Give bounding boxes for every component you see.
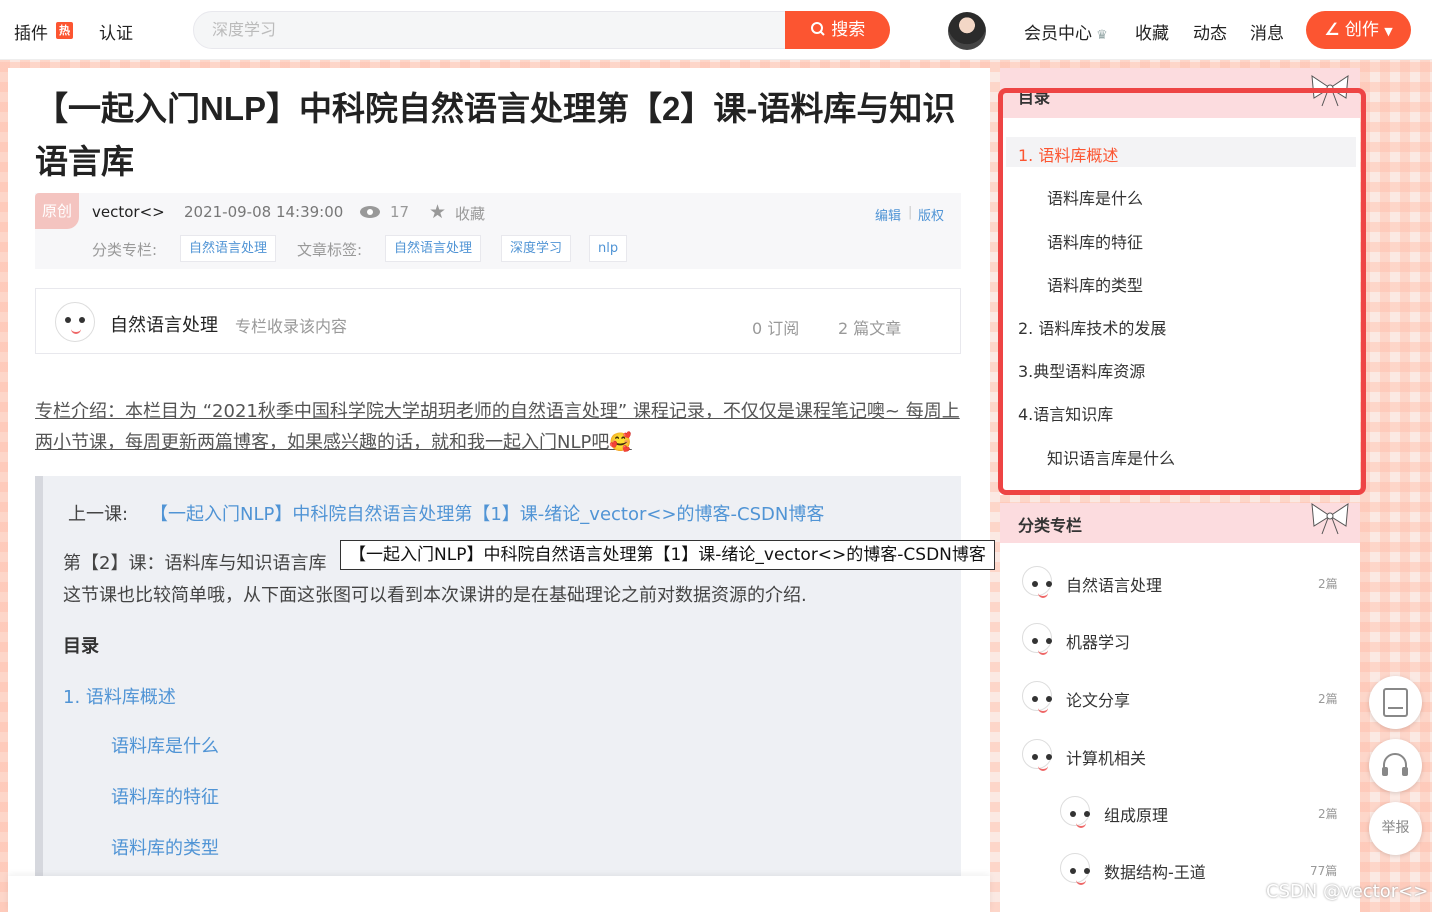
report-button[interactable]: 举报 <box>1369 802 1422 855</box>
category-icon <box>1060 796 1090 828</box>
author-link[interactable]: vector<> <box>92 203 165 221</box>
csdn-watermark: CSDN @vector<> <box>1266 881 1429 902</box>
article-tag[interactable]: 深度学习 <box>501 235 572 262</box>
member-center-link[interactable]: 会员中心 ♛ <box>1024 19 1108 44</box>
quote-block <box>35 476 961 876</box>
lesson-description: 这节课也比较简单哦，从下面这张图可以看到本次课讲的是在基础理论之前对数据资源的介… <box>63 585 807 606</box>
pen-icon: ∠ <box>1324 20 1340 40</box>
sidebar-category-panel <box>1000 503 1360 912</box>
edit-doc-icon <box>1383 688 1408 717</box>
hot-badge-icon: 热 <box>56 22 73 39</box>
category-item-name[interactable]: 机器学习 <box>1066 629 1130 653</box>
category-item-name[interactable]: 自然语言处理 <box>1066 572 1162 596</box>
content-toc-item[interactable]: 语料库的特征 <box>111 783 219 809</box>
category-item-name[interactable]: 数据结构-王道 <box>1104 859 1206 883</box>
auth-link[interactable]: 认证 <box>99 19 133 44</box>
prev-lesson-link[interactable]: 【一起入门NLP】中科院自然语言处理第【1】课-绪论_vector<>的博客-C… <box>150 500 824 526</box>
article-tag[interactable]: nlp <box>589 235 628 262</box>
bow-icon <box>1311 503 1349 535</box>
create-button-label: 创作 <box>1344 20 1379 40</box>
category-item-count: 77篇 <box>1310 864 1338 878</box>
crown-icon: ♛ <box>1092 28 1108 43</box>
copyright-link[interactable]: 版权 <box>918 205 944 224</box>
content-toc-item[interactable]: 1. 语料库概述 <box>63 683 176 709</box>
content-toc-item[interactable]: 语料库的类型 <box>111 834 219 860</box>
category-item-name[interactable]: 论文分享 <box>1066 687 1130 711</box>
article-title: 【一起入门NLP】中科院自然语言处理第【2】课-语料库与知识语言库 <box>35 90 956 180</box>
column-avatar <box>55 302 95 342</box>
article-count: 2 篇文章 <box>838 319 902 338</box>
category-item-name[interactable]: 计算机相关 <box>1066 745 1146 769</box>
collect-link[interactable]: 收藏 <box>455 203 485 224</box>
search-button-label: 搜索 <box>831 20 866 40</box>
category-icon <box>1022 739 1052 771</box>
category-label: 分类专栏: <box>92 241 158 259</box>
create-button[interactable]: ∠ 创作 ▼ <box>1306 11 1411 49</box>
category-icon <box>1022 566 1052 598</box>
search-button[interactable]: 搜索 <box>785 11 890 49</box>
tags-label: 文章标签: <box>297 241 363 259</box>
sidebar-category-heading: 分类专栏 <box>1018 516 1083 535</box>
category-icon <box>1022 681 1052 713</box>
article-bottom-bar <box>8 876 990 912</box>
search-input[interactable] <box>212 20 712 39</box>
eye-icon <box>360 206 380 218</box>
prev-lesson-label: 上一课: <box>68 504 129 525</box>
article-tag[interactable]: 自然语言处理 <box>385 235 482 262</box>
article-meta-box <box>35 193 961 269</box>
write-note-button[interactable] <box>1369 676 1422 729</box>
category-item-count: 2篇 <box>1318 692 1338 706</box>
column-name[interactable]: 自然语言处理 <box>110 311 218 337</box>
category-icon <box>1022 623 1052 655</box>
subscription-count: 0 订阅 <box>752 319 800 338</box>
user-avatar[interactable] <box>948 12 986 50</box>
favorites-link[interactable]: 收藏 <box>1135 19 1169 44</box>
view-count: 17 <box>390 203 410 221</box>
lesson-line: 第【2】课：语料库与知识语言库 <box>63 553 327 574</box>
link-tooltip: 【一起入门NLP】中科院自然语言处理第【1】课-绪论_vector<>的博客-C… <box>340 540 995 570</box>
content-toc-item[interactable]: 语料库是什么 <box>111 732 219 758</box>
edit-link[interactable]: 编辑 <box>875 205 901 224</box>
column-note: 专栏收录该内容 <box>235 317 348 336</box>
publish-datetime: 2021-09-08 14:39:00 <box>184 203 344 221</box>
category-item-count: 2篇 <box>1318 577 1338 591</box>
member-center-label: 会员中心 <box>1024 24 1092 44</box>
category-item-name[interactable]: 组成原理 <box>1104 802 1168 826</box>
category-tag[interactable]: 自然语言处理 <box>180 235 277 262</box>
customer-service-button[interactable] <box>1369 739 1422 792</box>
caret-down-icon: ▼ <box>1384 25 1393 38</box>
star-icon[interactable]: ★ <box>429 201 446 223</box>
meta-divider: | <box>908 205 913 220</box>
original-badge: 原创 <box>35 193 79 229</box>
messages-link[interactable]: 消息 <box>1250 19 1284 44</box>
category-icon <box>1060 853 1090 885</box>
column-intro: 专栏介绍：本栏目为 “2021秋季中国科学院大学胡玥老师的自然语言处理” 课程记… <box>35 401 960 453</box>
search-icon <box>810 22 825 36</box>
plugins-link[interactable]: 插件 <box>14 19 48 44</box>
dynamics-link[interactable]: 动态 <box>1193 19 1227 44</box>
content-toc-heading: 目录 <box>63 636 99 657</box>
headset-icon <box>1382 753 1408 776</box>
toc-highlight-frame <box>998 88 1366 495</box>
category-item-count: 2篇 <box>1318 807 1338 821</box>
